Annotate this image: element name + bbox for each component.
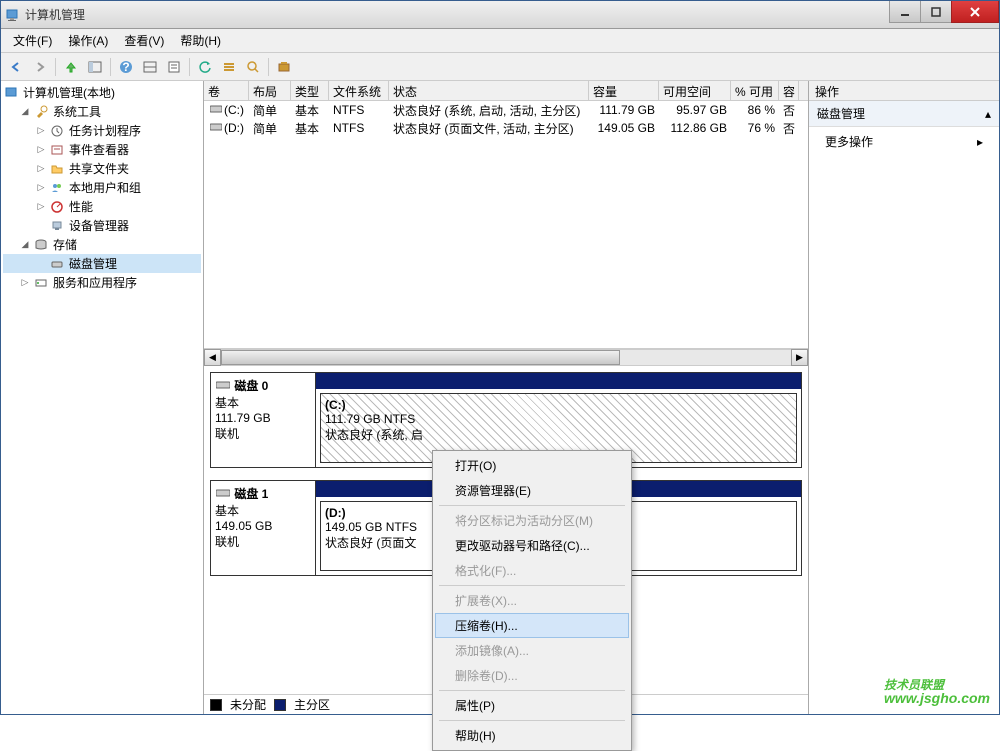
- performance-icon: [49, 199, 65, 215]
- disk-info[interactable]: 磁盘 0 基本 111.79 GB 联机: [210, 372, 316, 468]
- expander-icon[interactable]: ▷: [35, 182, 47, 194]
- partition-header-bar: [316, 373, 801, 389]
- refresh-button[interactable]: [194, 56, 216, 78]
- cm-change-letter[interactable]: 更改驱动器号和路径(C)...: [435, 533, 629, 558]
- disk-icon: [49, 256, 65, 272]
- cm-delete: 删除卷(D)...: [435, 663, 629, 688]
- volume-list[interactable]: 卷 布局 类型 文件系统 状态 容量 可用空间 % 可用 容 (C:) 简单 基…: [204, 81, 808, 366]
- cm-add-mirror: 添加镜像(A)...: [435, 638, 629, 663]
- tree-shared-folders[interactable]: ▷ 共享文件夹: [3, 159, 201, 178]
- tools-icon: [33, 104, 49, 120]
- drive-icon: [208, 122, 224, 132]
- cm-explorer[interactable]: 资源管理器(E): [435, 478, 629, 503]
- disk-icon: [215, 488, 231, 498]
- collapse-icon: ▴: [985, 107, 991, 121]
- actions-panel: 操作 磁盘管理 ▴ 更多操作 ▸: [809, 81, 999, 714]
- titlebar: 计算机管理: [1, 1, 999, 29]
- cm-extend: 扩展卷(X)...: [435, 588, 629, 613]
- expander-icon[interactable]: ▷: [35, 125, 47, 137]
- tree-storage[interactable]: ◢ 存储: [3, 235, 201, 254]
- tree-task-scheduler[interactable]: ▷ 任务计划程序: [3, 121, 201, 140]
- services-icon: [33, 275, 49, 291]
- horizontal-scrollbar[interactable]: ◀ ▶: [204, 348, 808, 366]
- event-icon: [49, 142, 65, 158]
- rescan-button[interactable]: [242, 56, 264, 78]
- action-more[interactable]: 更多操作 ▸: [809, 127, 999, 156]
- scroll-left-button[interactable]: ◀: [204, 349, 221, 366]
- tree-root[interactable]: 计算机管理(本地): [3, 83, 201, 102]
- col-status[interactable]: 状态: [389, 81, 589, 100]
- col-free[interactable]: 可用空间: [659, 81, 731, 100]
- cm-shrink[interactable]: 压缩卷(H)...: [435, 613, 629, 638]
- storage-icon: [33, 237, 49, 253]
- volume-row[interactable]: (D:) 简单 基本 NTFS 状态良好 (页面文件, 活动, 主分区) 149…: [204, 119, 808, 137]
- close-button[interactable]: [951, 1, 999, 23]
- clock-icon: [49, 123, 65, 139]
- actions-header: 操作: [809, 81, 999, 101]
- tree-system-tools[interactable]: ◢ 系统工具: [3, 102, 201, 121]
- list-header: 卷 布局 类型 文件系统 状态 容量 可用空间 % 可用 容: [204, 81, 808, 101]
- device-icon: [49, 218, 65, 234]
- settings-button[interactable]: [273, 56, 295, 78]
- expander-icon[interactable]: ▷: [35, 201, 47, 213]
- users-icon: [49, 180, 65, 196]
- action-section-title[interactable]: 磁盘管理 ▴: [809, 101, 999, 127]
- tree-performance[interactable]: ▷ 性能: [3, 197, 201, 216]
- col-fs[interactable]: 文件系统: [329, 81, 389, 100]
- cm-mark-active: 将分区标记为活动分区(M): [435, 508, 629, 533]
- list-button[interactable]: [218, 56, 240, 78]
- menu-action[interactable]: 操作(A): [60, 30, 116, 51]
- expander-icon[interactable]: ◢: [19, 239, 31, 251]
- minimize-button[interactable]: [889, 1, 921, 23]
- expander-icon[interactable]: ▷: [35, 163, 47, 175]
- window-title: 计算机管理: [25, 6, 85, 23]
- menu-help[interactable]: 帮助(H): [172, 30, 229, 51]
- col-volume[interactable]: 卷: [204, 81, 249, 100]
- back-button[interactable]: [5, 56, 27, 78]
- disk-icon: [215, 380, 231, 390]
- expander-icon[interactable]: ◢: [19, 106, 31, 118]
- up-button[interactable]: [60, 56, 82, 78]
- drive-icon: [208, 104, 224, 114]
- menubar: 文件(F) 操作(A) 查看(V) 帮助(H): [1, 29, 999, 53]
- app-icon: [5, 7, 21, 23]
- svg-text:?: ?: [122, 60, 129, 74]
- col-type[interactable]: 类型: [291, 81, 329, 100]
- volume-row[interactable]: (C:) 简单 基本 NTFS 状态良好 (系统, 启动, 活动, 主分区) 1…: [204, 101, 808, 119]
- col-tolerance[interactable]: 容: [779, 81, 799, 100]
- tree-disk-mgmt[interactable]: ▷ 磁盘管理: [3, 254, 201, 273]
- show-hide-tree-button[interactable]: [84, 56, 106, 78]
- cm-format: 格式化(F)...: [435, 558, 629, 583]
- computer-icon: [3, 85, 19, 101]
- forward-button[interactable]: [29, 56, 51, 78]
- tree-services[interactable]: ▷ 服务和应用程序: [3, 273, 201, 292]
- cm-open[interactable]: 打开(O): [435, 453, 629, 478]
- layout-button[interactable]: [139, 56, 161, 78]
- tree-device-manager[interactable]: ▷ 设备管理器: [3, 216, 201, 235]
- legend-unallocated-color: [210, 699, 222, 711]
- expander-icon[interactable]: ▷: [35, 144, 47, 156]
- tree-local-users[interactable]: ▷ 本地用户和组: [3, 178, 201, 197]
- toolbar: ?: [1, 53, 999, 81]
- cm-properties[interactable]: 属性(P): [435, 693, 629, 718]
- properties-button[interactable]: [163, 56, 185, 78]
- maximize-button[interactable]: [920, 1, 952, 23]
- col-capacity[interactable]: 容量: [589, 81, 659, 100]
- scroll-right-button[interactable]: ▶: [791, 349, 808, 366]
- menu-file[interactable]: 文件(F): [5, 30, 60, 51]
- col-percent[interactable]: % 可用: [731, 81, 779, 100]
- tree-panel[interactable]: 计算机管理(本地) ◢ 系统工具 ▷ 任务计划程序 ▷ 事件查看器 ▷ 共享文件…: [1, 81, 204, 714]
- col-layout[interactable]: 布局: [249, 81, 291, 100]
- folder-icon: [49, 161, 65, 177]
- legend-primary-color: [274, 699, 286, 711]
- context-menu: 打开(O) 资源管理器(E) 将分区标记为活动分区(M) 更改驱动器号和路径(C…: [432, 450, 632, 751]
- arrow-right-icon: ▸: [977, 135, 983, 149]
- expander-icon[interactable]: ▷: [19, 277, 31, 289]
- cm-help[interactable]: 帮助(H): [435, 723, 629, 748]
- menu-view[interactable]: 查看(V): [116, 30, 172, 51]
- disk-info[interactable]: 磁盘 1 基本 149.05 GB 联机: [210, 480, 316, 576]
- tree-event-viewer[interactable]: ▷ 事件查看器: [3, 140, 201, 159]
- help-button[interactable]: ?: [115, 56, 137, 78]
